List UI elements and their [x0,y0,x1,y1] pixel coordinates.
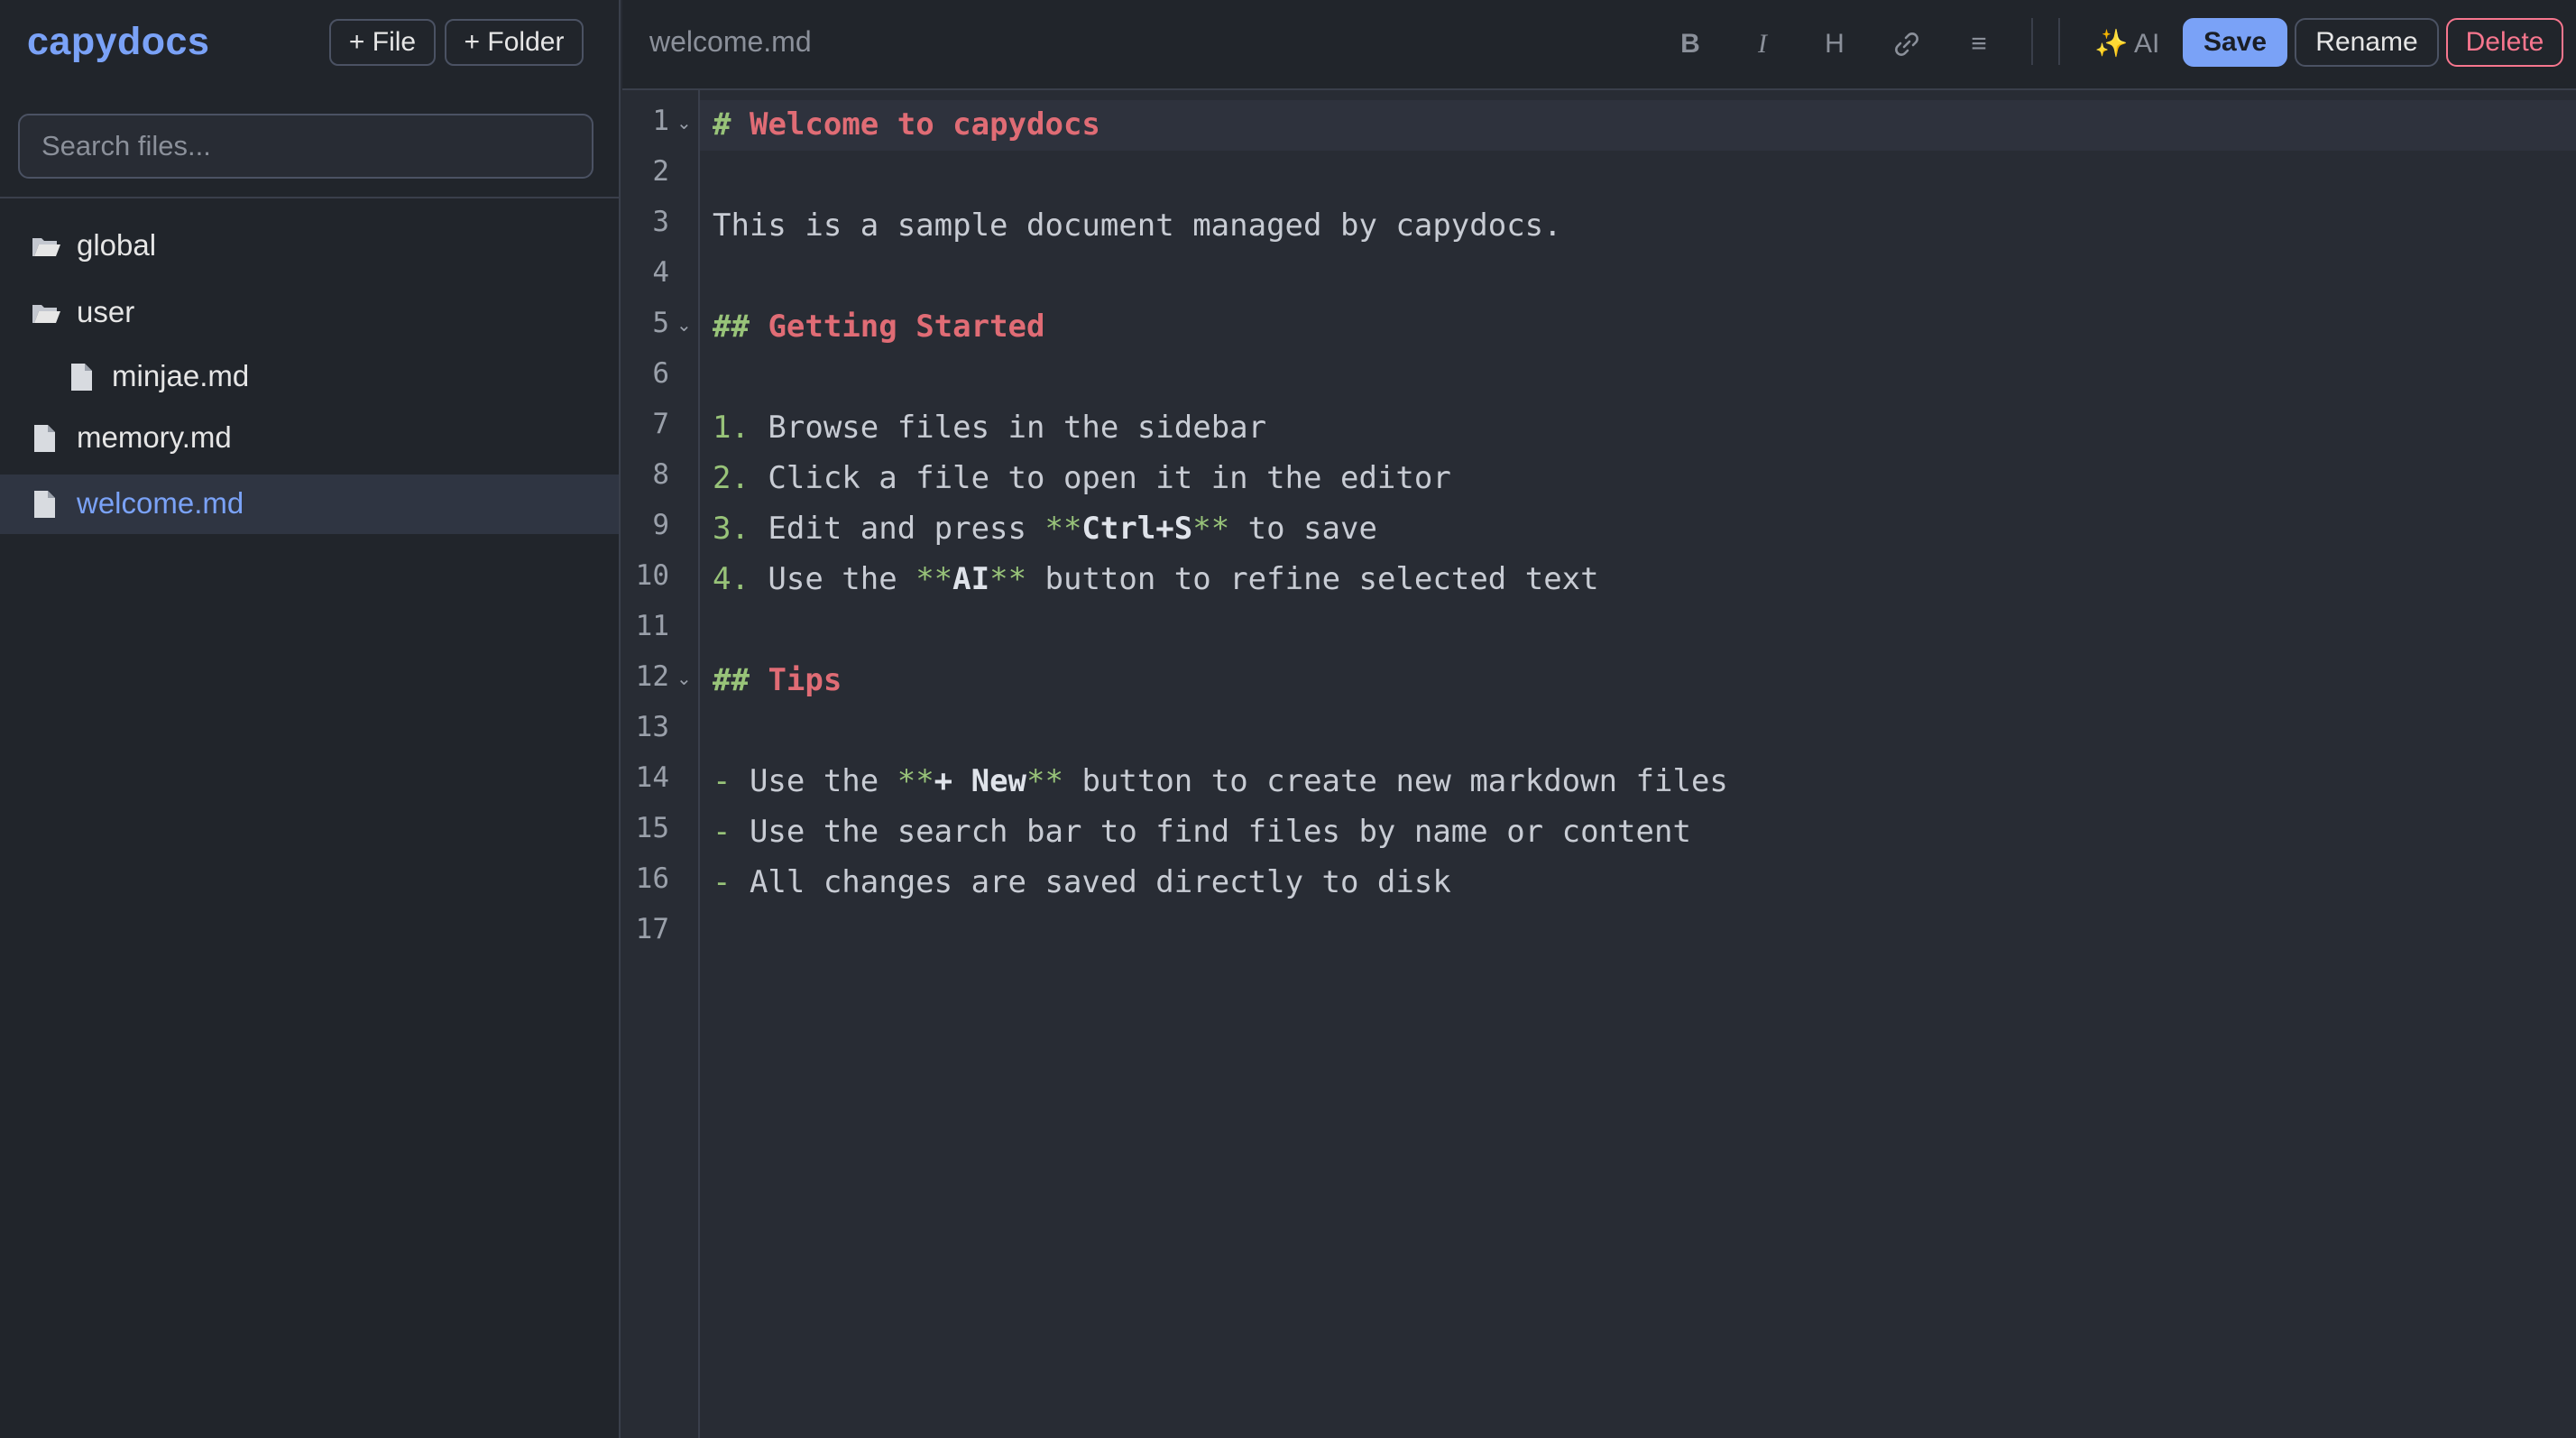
line-number: 5 [652,307,669,339]
save-button[interactable]: Save [2183,18,2287,67]
code-line[interactable]: - Use the search bar to find files by na… [713,814,1691,850]
tree-item-welcome[interactable]: welcome.md [0,475,619,534]
line-number: 2 [652,155,669,188]
toolbar-divider [2031,18,2033,65]
folder-open-icon [32,305,60,323]
fold-chevron-icon[interactable]: ⌄ [676,314,692,336]
toolbar-divider [2058,18,2060,65]
line-gutter: 1 ⌄ 2 3 4 5 ⌄ 6 7 8 9 10 11 12 ⌄ 13 14 1… [622,90,700,1438]
code-line[interactable]: - Use the **+ New** button to create new… [713,763,1728,799]
code-line[interactable]: ## Getting Started [713,309,1044,345]
file-icon [34,425,55,452]
line-number: 12 [635,660,669,693]
line-number: 15 [635,812,669,844]
line-number: 8 [652,458,669,491]
line-number: 9 [652,509,669,541]
tree-item-global[interactable]: global [0,217,619,276]
search-container [0,92,619,198]
tree-item-label: memory.md [77,420,232,454]
fold-chevron-icon[interactable]: ⌄ [676,112,692,134]
tree-item-minjae[interactable]: minjae.md [0,347,619,407]
tree-item-label: minjae.md [112,359,250,392]
code-line[interactable]: 3. Edit and press **Ctrl+S** to save [713,511,1377,547]
list-button[interactable]: ≡ [1955,20,2003,69]
app-logo: capydocs [27,20,210,63]
code-line[interactable]: # Welcome to capydocs [713,106,1100,143]
heading-button[interactable]: H [1810,20,1859,69]
line-number: 13 [635,711,669,743]
code-line[interactable]: ## Tips [713,662,842,698]
line-number: 16 [635,862,669,895]
file-icon [34,491,55,518]
code-line[interactable]: 4. Use the **AI** button to refine selec… [713,561,1599,597]
line-number: 3 [652,206,669,238]
italic-button[interactable]: I [1738,20,1787,69]
new-file-button[interactable]: + File [329,19,436,66]
search-input[interactable] [18,114,593,179]
code-line[interactable]: 2. Click a file to open it in the editor [713,460,1451,496]
tree-item-label: welcome.md [77,486,244,520]
file-icon [71,364,92,391]
sidebar-header: capydocs + File + Folder [0,0,619,92]
line-number: 1 [652,105,669,137]
line-number: 17 [635,913,669,945]
line-number: 4 [652,256,669,289]
new-folder-button[interactable]: + Folder [445,19,584,66]
delete-button[interactable]: Delete [2446,18,2563,67]
fold-chevron-icon[interactable]: ⌄ [676,668,692,689]
line-number: 10 [635,559,669,592]
tree-item-memory[interactable]: memory.md [0,409,619,468]
line-number: 7 [652,408,669,440]
tree-item-label: user [77,295,135,328]
line-number: 14 [635,761,669,794]
link-button[interactable] [1882,20,1931,69]
tree-item-label: global [77,228,157,262]
rename-button[interactable]: Rename [2295,18,2439,67]
code-line[interactable]: 1. Browse files in the sidebar [713,410,1266,446]
link-icon [1895,32,1918,56]
code-editor[interactable]: 1 ⌄ 2 3 4 5 ⌄ 6 7 8 9 10 11 12 ⌄ 13 14 1… [622,90,2576,1438]
tree-item-user[interactable]: user [0,283,619,343]
line-number: 6 [652,357,669,390]
line-number: 11 [635,610,669,642]
sidebar: capydocs + File + Folder global user [0,0,621,1438]
editor-toolbar: welcome.md B I H ≡ ✨ AI Save Rename Dele… [622,0,2576,90]
code-line[interactable]: - All changes are saved directly to disk [713,864,1451,900]
current-filename: welcome.md [649,25,812,58]
ai-button[interactable]: ✨ AI [2094,22,2159,67]
code-line[interactable]: This is a sample document managed by cap… [713,207,1562,244]
folder-open-icon [32,238,60,256]
bold-button[interactable]: B [1666,20,1715,69]
